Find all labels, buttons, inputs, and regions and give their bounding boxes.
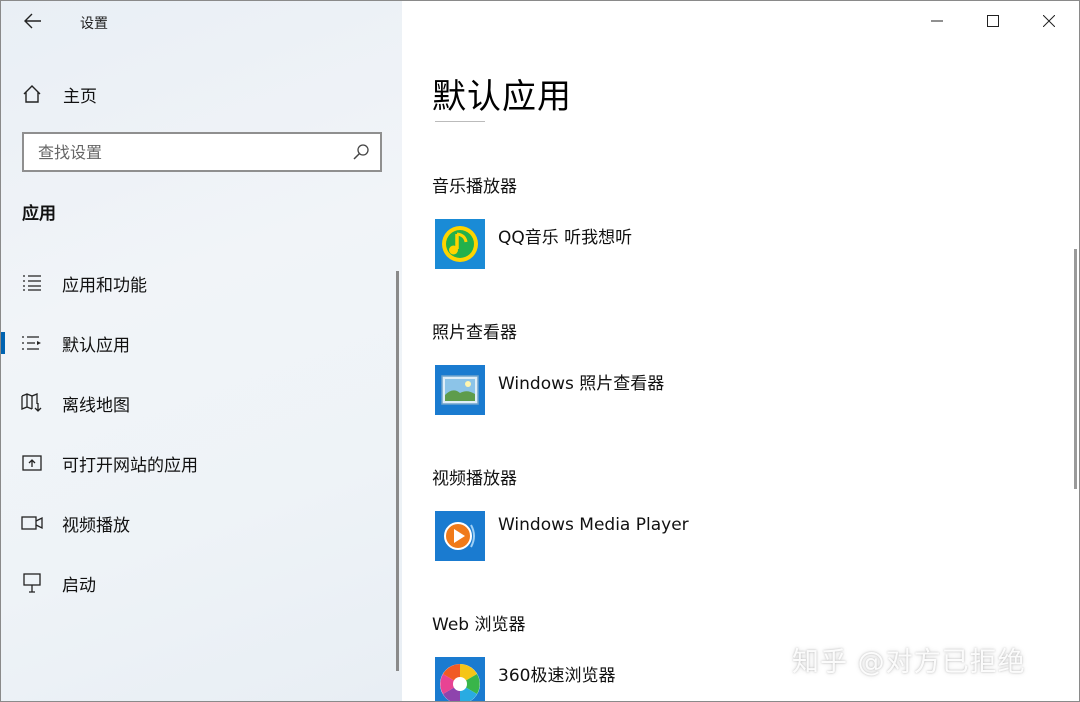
maximize-icon: [987, 15, 999, 27]
sidebar-item-startup[interactable]: 启动: [1, 563, 399, 603]
title-divider: [435, 121, 485, 122]
minimize-icon: [931, 20, 943, 22]
photo-viewer-icon: [435, 365, 485, 415]
selection-indicator: [1, 332, 5, 354]
sidebar-item-apps-for-websites[interactable]: 可打开网站的应用: [1, 443, 399, 483]
app-name: Windows 照片查看器: [498, 374, 665, 394]
window-title: 设置: [80, 16, 108, 32]
default-list-icon: [21, 333, 43, 353]
home-label: 主页: [63, 86, 97, 107]
app-name: QQ音乐 听我想听: [498, 228, 633, 248]
category-label-browser: Web 浏览器: [432, 615, 526, 635]
app-name: 360极速浏览器: [498, 666, 616, 686]
startup-icon: [21, 573, 43, 593]
sidebar-item-label: 可打开网站的应用: [62, 455, 198, 476]
sidebar-item-label: 应用和功能: [62, 275, 147, 296]
map-download-icon: [21, 393, 43, 413]
sidebar-item-apps-features[interactable]: 应用和功能: [1, 263, 399, 303]
default-app-music[interactable]: QQ音乐 听我想听: [435, 219, 632, 269]
maximize-button[interactable]: [965, 1, 1021, 41]
default-app-video[interactable]: Windows Media Player: [435, 511, 689, 561]
sidebar-item-offline-maps[interactable]: 离线地图: [1, 383, 399, 423]
list-icon: [21, 273, 43, 293]
sidebar-scrollbar[interactable]: [396, 271, 399, 671]
category-label-video: 视频播放器: [432, 469, 517, 489]
back-button[interactable]: [19, 9, 47, 33]
category-label-photo: 照片查看器: [432, 323, 517, 343]
search-box[interactable]: [22, 132, 382, 172]
video-icon: [21, 513, 43, 533]
sidebar-item-default-apps[interactable]: 默认应用: [1, 323, 399, 363]
default-app-photo[interactable]: Windows 照片查看器: [435, 365, 664, 415]
qq-music-icon: [435, 219, 485, 269]
sidebar-item-video-playback[interactable]: 视频播放: [1, 503, 399, 543]
main-scrollbar[interactable]: [1074, 249, 1077, 489]
open-web-icon: [21, 453, 43, 473]
close-icon: [1043, 15, 1055, 27]
browser-360-icon: [435, 657, 485, 701]
home-icon: [21, 83, 43, 105]
section-title: 应用: [22, 204, 56, 224]
search-icon[interactable]: [352, 143, 370, 161]
default-app-browser[interactable]: 360极速浏览器: [435, 657, 616, 701]
sidebar-item-label: 离线地图: [62, 395, 130, 416]
main-content: 默认应用 音乐播放器 QQ音乐 听我想听 照片查看器 Windows 照片查看器…: [402, 1, 1079, 701]
sidebar-item-home[interactable]: 主页: [21, 81, 97, 107]
page-title: 默认应用: [432, 77, 572, 117]
app-name: Windows Media Player: [498, 515, 689, 535]
media-player-icon: [435, 511, 485, 561]
minimize-button[interactable]: [909, 1, 965, 41]
watermark: 知乎 @对方已拒绝: [792, 647, 1026, 678]
category-label-music: 音乐播放器: [432, 177, 517, 197]
sidebar-item-label: 默认应用: [62, 335, 130, 356]
search-input[interactable]: [38, 142, 338, 162]
sidebar-item-label: 视频播放: [62, 515, 130, 536]
sidebar-item-label: 启动: [62, 575, 96, 596]
settings-window: 设置 主页 应用 应用和功能: [0, 0, 1080, 702]
back-arrow-icon: [24, 13, 41, 29]
close-button[interactable]: [1021, 1, 1077, 41]
sidebar: 设置 主页 应用 应用和功能: [1, 1, 402, 701]
